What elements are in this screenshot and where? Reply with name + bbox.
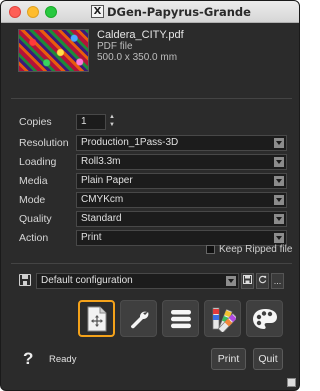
more-configuration-button[interactable]: ... (271, 273, 284, 289)
keep-ripped-label: Keep Ripped file (219, 244, 293, 255)
app-icon: X (91, 5, 104, 18)
copies-down-arrow-icon[interactable]: ▼ (108, 121, 116, 129)
keep-ripped-checkbox[interactable] (206, 245, 215, 254)
copies-stepper[interactable]: ▲ ▼ (108, 113, 116, 131)
chevron-down-icon[interactable] (274, 157, 284, 167)
resolution-select[interactable]: Production_1Pass-3D (76, 135, 287, 151)
chevron-down-icon[interactable] (274, 138, 284, 148)
refresh-configuration-button[interactable] (256, 273, 269, 289)
window-title: DGen-Papyrus-Grande (107, 5, 251, 19)
divider (11, 263, 292, 264)
resolution-label: Resolution (19, 137, 69, 149)
list-icon (170, 309, 191, 328)
divider (11, 98, 292, 99)
resolution-value: Production_1Pass-3D (81, 137, 179, 148)
floppy-icon (243, 275, 252, 284)
action-value: Print (81, 232, 102, 243)
settings-tool-button[interactable] (120, 300, 157, 337)
quality-select[interactable]: Standard (76, 211, 287, 227)
loading-select[interactable]: Roll3.3m (76, 154, 287, 170)
media-select[interactable]: Plain Paper (76, 173, 287, 189)
chevron-down-icon[interactable] (274, 176, 284, 186)
wrench-icon (130, 311, 148, 328)
media-label: Media (19, 175, 48, 187)
chevron-down-icon[interactable] (274, 233, 284, 243)
maximize-window-button[interactable] (45, 6, 57, 18)
copies-input[interactable]: 1 (76, 114, 106, 130)
list-tool-button[interactable] (162, 300, 199, 337)
print-button[interactable]: Print (211, 348, 246, 370)
mode-value: CMYKcm (81, 194, 124, 205)
palette-tool-button[interactable] (246, 300, 283, 337)
copies-label: Copies (19, 116, 52, 128)
quit-button[interactable]: Quit (253, 348, 283, 370)
page-layout-tool-button[interactable] (78, 300, 115, 337)
loading-value: Roll3.3m (81, 156, 121, 167)
file-thumbnail (18, 29, 89, 72)
save-configuration-button[interactable] (241, 273, 254, 289)
chevron-down-icon[interactable] (226, 276, 236, 286)
quality-value: Standard (81, 213, 122, 224)
print-dialog-window: X DGen-Papyrus-Grande Caldera_CITY.pdf P… (0, 0, 300, 391)
close-window-button[interactable] (9, 6, 21, 18)
color-swatch-icon (212, 307, 236, 332)
palette-icon (252, 308, 277, 329)
chevron-down-icon[interactable] (274, 195, 284, 205)
copies-up-arrow-icon[interactable]: ▲ (108, 113, 116, 121)
save-config-icon (19, 274, 31, 286)
mode-select[interactable]: CMYKcm (76, 192, 287, 208)
configuration-select[interactable]: Default configuration (36, 273, 239, 289)
minimize-window-button[interactable] (27, 6, 39, 18)
loading-label: Loading (19, 156, 57, 168)
mode-label: Mode (19, 194, 46, 206)
chevron-down-icon[interactable] (274, 214, 284, 224)
resize-handle[interactable] (287, 378, 296, 387)
media-value: Plain Paper (81, 175, 133, 186)
quality-label: Quality (19, 213, 52, 225)
configuration-value: Default configuration (41, 275, 133, 286)
page-move-icon (87, 306, 106, 331)
title-bar[interactable]: X DGen-Papyrus-Grande (1, 1, 299, 23)
color-swatch-tool-button[interactable] (204, 300, 241, 337)
refresh-icon (258, 275, 267, 284)
help-button[interactable]: ? (23, 349, 33, 369)
file-name: Caldera_CITY.pdf (97, 29, 184, 41)
file-size: 500.0 x 350.0 mm (97, 52, 178, 63)
status-text: Ready (49, 354, 77, 365)
action-label: Action (19, 232, 49, 244)
file-type: PDF file (97, 41, 133, 52)
